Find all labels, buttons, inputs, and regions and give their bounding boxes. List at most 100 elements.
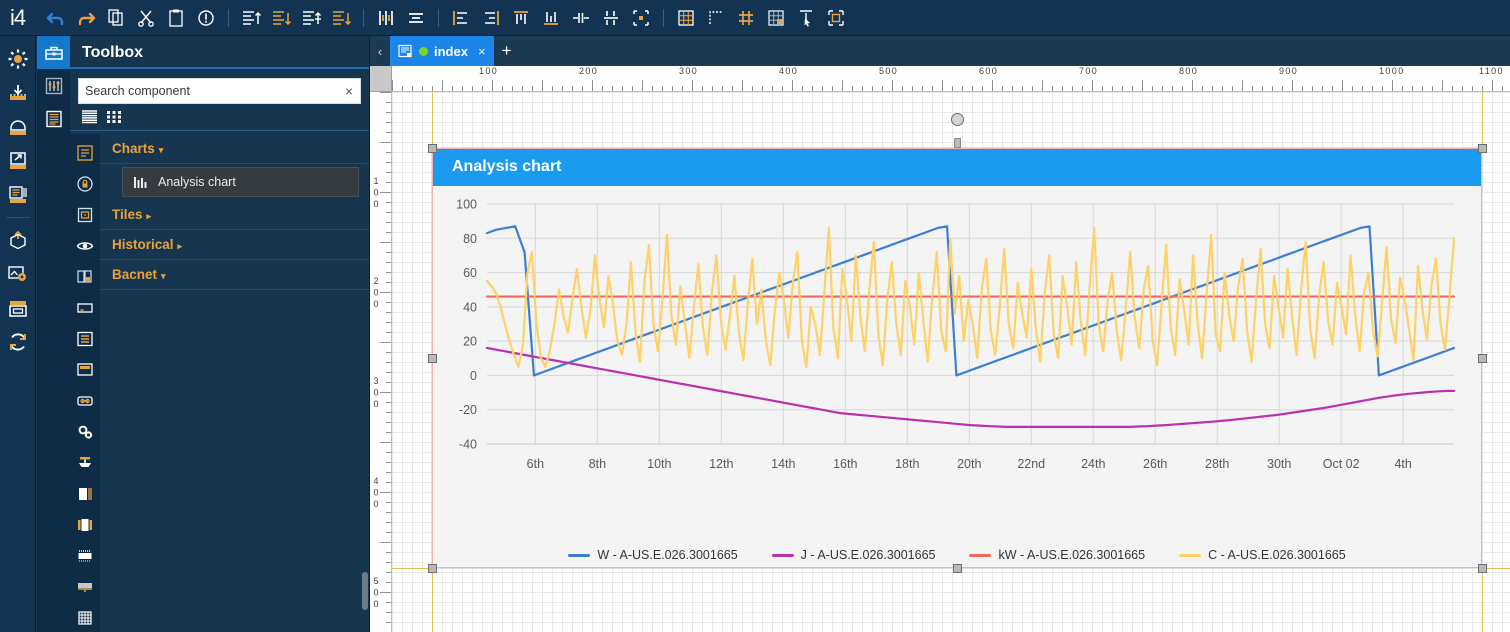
ruler-tick <box>452 86 453 91</box>
ruler-tick <box>772 86 773 91</box>
redo-icon[interactable] <box>73 5 99 31</box>
analysis-chart-widget[interactable]: Analysis chart 100 80 60 40 20 0 -20 -40 6th 8th 1… <box>432 148 1482 568</box>
group-icon[interactable] <box>823 5 849 31</box>
component-category-strip <box>70 134 100 632</box>
analysis-chart-plot[interactable]: 100 80 60 40 20 0 -20 -40 6th 8th 10th 12th 14th 16th… <box>432 186 1482 516</box>
resize-handle-nw <box>428 144 437 153</box>
sidebar-image-settings[interactable] <box>3 257 33 291</box>
design-canvas[interactable]: Analysis chart 100 80 60 40 20 0 -20 -40 6th 8th 1… <box>392 92 1510 632</box>
list-icon[interactable] <box>72 324 98 353</box>
tab-index[interactable]: index × <box>390 36 494 66</box>
ruler-tick <box>882 86 883 91</box>
grid-lock-icon[interactable] <box>763 5 789 31</box>
align-left-icon[interactable] <box>448 5 474 31</box>
ruler-tick <box>1192 80 1193 91</box>
sidebar-upload[interactable] <box>3 223 33 257</box>
form-icon[interactable] <box>72 138 98 167</box>
chart-series-1[interactable] <box>485 346 1456 428</box>
group-bacnet[interactable]: Bacnet ▾ <box>100 260 369 290</box>
distribute-vertical-icon[interactable] <box>328 5 354 31</box>
align-bottom-icon[interactable] <box>268 5 294 31</box>
ruler-tick <box>642 80 643 91</box>
tab-scroll-prev[interactable]: ‹ <box>370 36 390 66</box>
ruler-tick <box>612 86 613 91</box>
vertical-ruler[interactable]: 100 200 300 400 500 <box>370 92 392 632</box>
align-bottom-edge-icon[interactable] <box>538 5 564 31</box>
input-icon[interactable] <box>72 293 98 322</box>
ruler-tick <box>1092 80 1093 91</box>
valve-icon[interactable] <box>72 448 98 477</box>
toolbox-scrollbar[interactable] <box>362 572 368 610</box>
coil-icon[interactable] <box>72 572 98 601</box>
info-icon[interactable] <box>193 5 219 31</box>
properties-tab[interactable] <box>37 69 70 102</box>
sidebar-window[interactable] <box>3 291 33 325</box>
select-pointer-icon[interactable] <box>793 5 819 31</box>
widget-title: Analysis chart <box>432 148 1482 186</box>
page-icon[interactable] <box>72 200 98 229</box>
tank-icon[interactable] <box>72 479 98 508</box>
sidebar-report[interactable] <box>3 178 33 212</box>
panel-icon[interactable] <box>72 355 98 384</box>
snap-icon[interactable] <box>733 5 759 31</box>
horizontal-ruler[interactable]: 100 200 300 400 500 600 700 800 900 1000 1100 <box>392 66 1510 92</box>
book-icon[interactable] <box>72 262 98 291</box>
same-height-icon[interactable] <box>598 5 624 31</box>
align-right-icon[interactable] <box>478 5 504 31</box>
align-top-icon[interactable] <box>238 5 264 31</box>
cut-icon[interactable] <box>133 5 159 31</box>
legend-label: C - A-US.E.026.3001665 <box>1208 548 1346 562</box>
legend-item[interactable]: J - A-US.E.026.3001665 <box>771 548 935 562</box>
component-analysis-chart[interactable]: Analysis chart <box>122 167 359 197</box>
distribute-horizontal-icon[interactable] <box>373 5 399 31</box>
chart-legend: W - A-US.E.026.3001665 J - A-US.E.026.300… <box>432 548 1482 562</box>
clear-search-icon[interactable]: × <box>338 84 360 98</box>
gears-icon[interactable] <box>72 417 98 446</box>
ruler-tick <box>872 86 873 91</box>
sidebar-refresh[interactable] <box>3 325 33 359</box>
grid-view-icon[interactable] <box>105 108 123 124</box>
copy-icon[interactable] <box>103 5 129 31</box>
search-input[interactable] <box>79 79 338 103</box>
keyboard-icon[interactable] <box>72 541 98 570</box>
search-box[interactable]: × <box>78 78 361 104</box>
center-horizontal-icon[interactable] <box>403 5 429 31</box>
lock-icon[interactable] <box>72 169 98 198</box>
x-axis-tick-label: 8th <box>589 457 606 471</box>
link-icon[interactable] <box>72 386 98 415</box>
group-tiles[interactable]: Tiles ▸ <box>100 200 369 230</box>
legend-item[interactable]: W - A-US.E.026.3001665 <box>568 548 738 562</box>
grid-table-icon[interactable] <box>72 603 98 632</box>
legend-label: kW - A-US.E.026.3001665 <box>998 548 1146 562</box>
ruler-tick <box>380 592 391 593</box>
ruler-tick <box>582 86 583 91</box>
add-tab-button[interactable]: + <box>494 36 520 66</box>
legend-item[interactable]: C - A-US.E.026.3001665 <box>1179 548 1346 562</box>
sidebar-export[interactable] <box>3 144 33 178</box>
grid-icon[interactable] <box>673 5 699 31</box>
sidebar-settings[interactable] <box>3 42 33 76</box>
sidebar-download[interactable] <box>3 76 33 110</box>
ruler-tick <box>386 462 391 463</box>
align-top-edge-icon[interactable] <box>508 5 534 31</box>
list-view-icon[interactable] <box>80 108 98 124</box>
paste-icon[interactable] <box>163 5 189 31</box>
ruler-tick <box>386 622 391 623</box>
undo-icon[interactable] <box>43 5 69 31</box>
sidebar-device[interactable] <box>3 110 33 144</box>
close-icon[interactable]: × <box>478 44 486 59</box>
toolbox-tab[interactable] <box>37 36 70 69</box>
align-middle-icon[interactable] <box>298 5 324 31</box>
same-width-icon[interactable] <box>568 5 594 31</box>
group-historical[interactable]: Historical ▸ <box>100 230 369 260</box>
same-size-icon[interactable] <box>628 5 654 31</box>
layers-tab[interactable] <box>37 102 70 135</box>
ruler-tick <box>1272 86 1273 91</box>
ruler-label: 500 <box>879 66 899 76</box>
legend-item[interactable]: kW - A-US.E.026.3001665 <box>969 548 1145 562</box>
group-charts[interactable]: Charts ▾ <box>100 134 369 164</box>
server-icon[interactable] <box>72 510 98 539</box>
eye-icon[interactable] <box>72 231 98 260</box>
ruler-icon[interactable] <box>703 5 729 31</box>
ruler-tick <box>1282 86 1283 91</box>
